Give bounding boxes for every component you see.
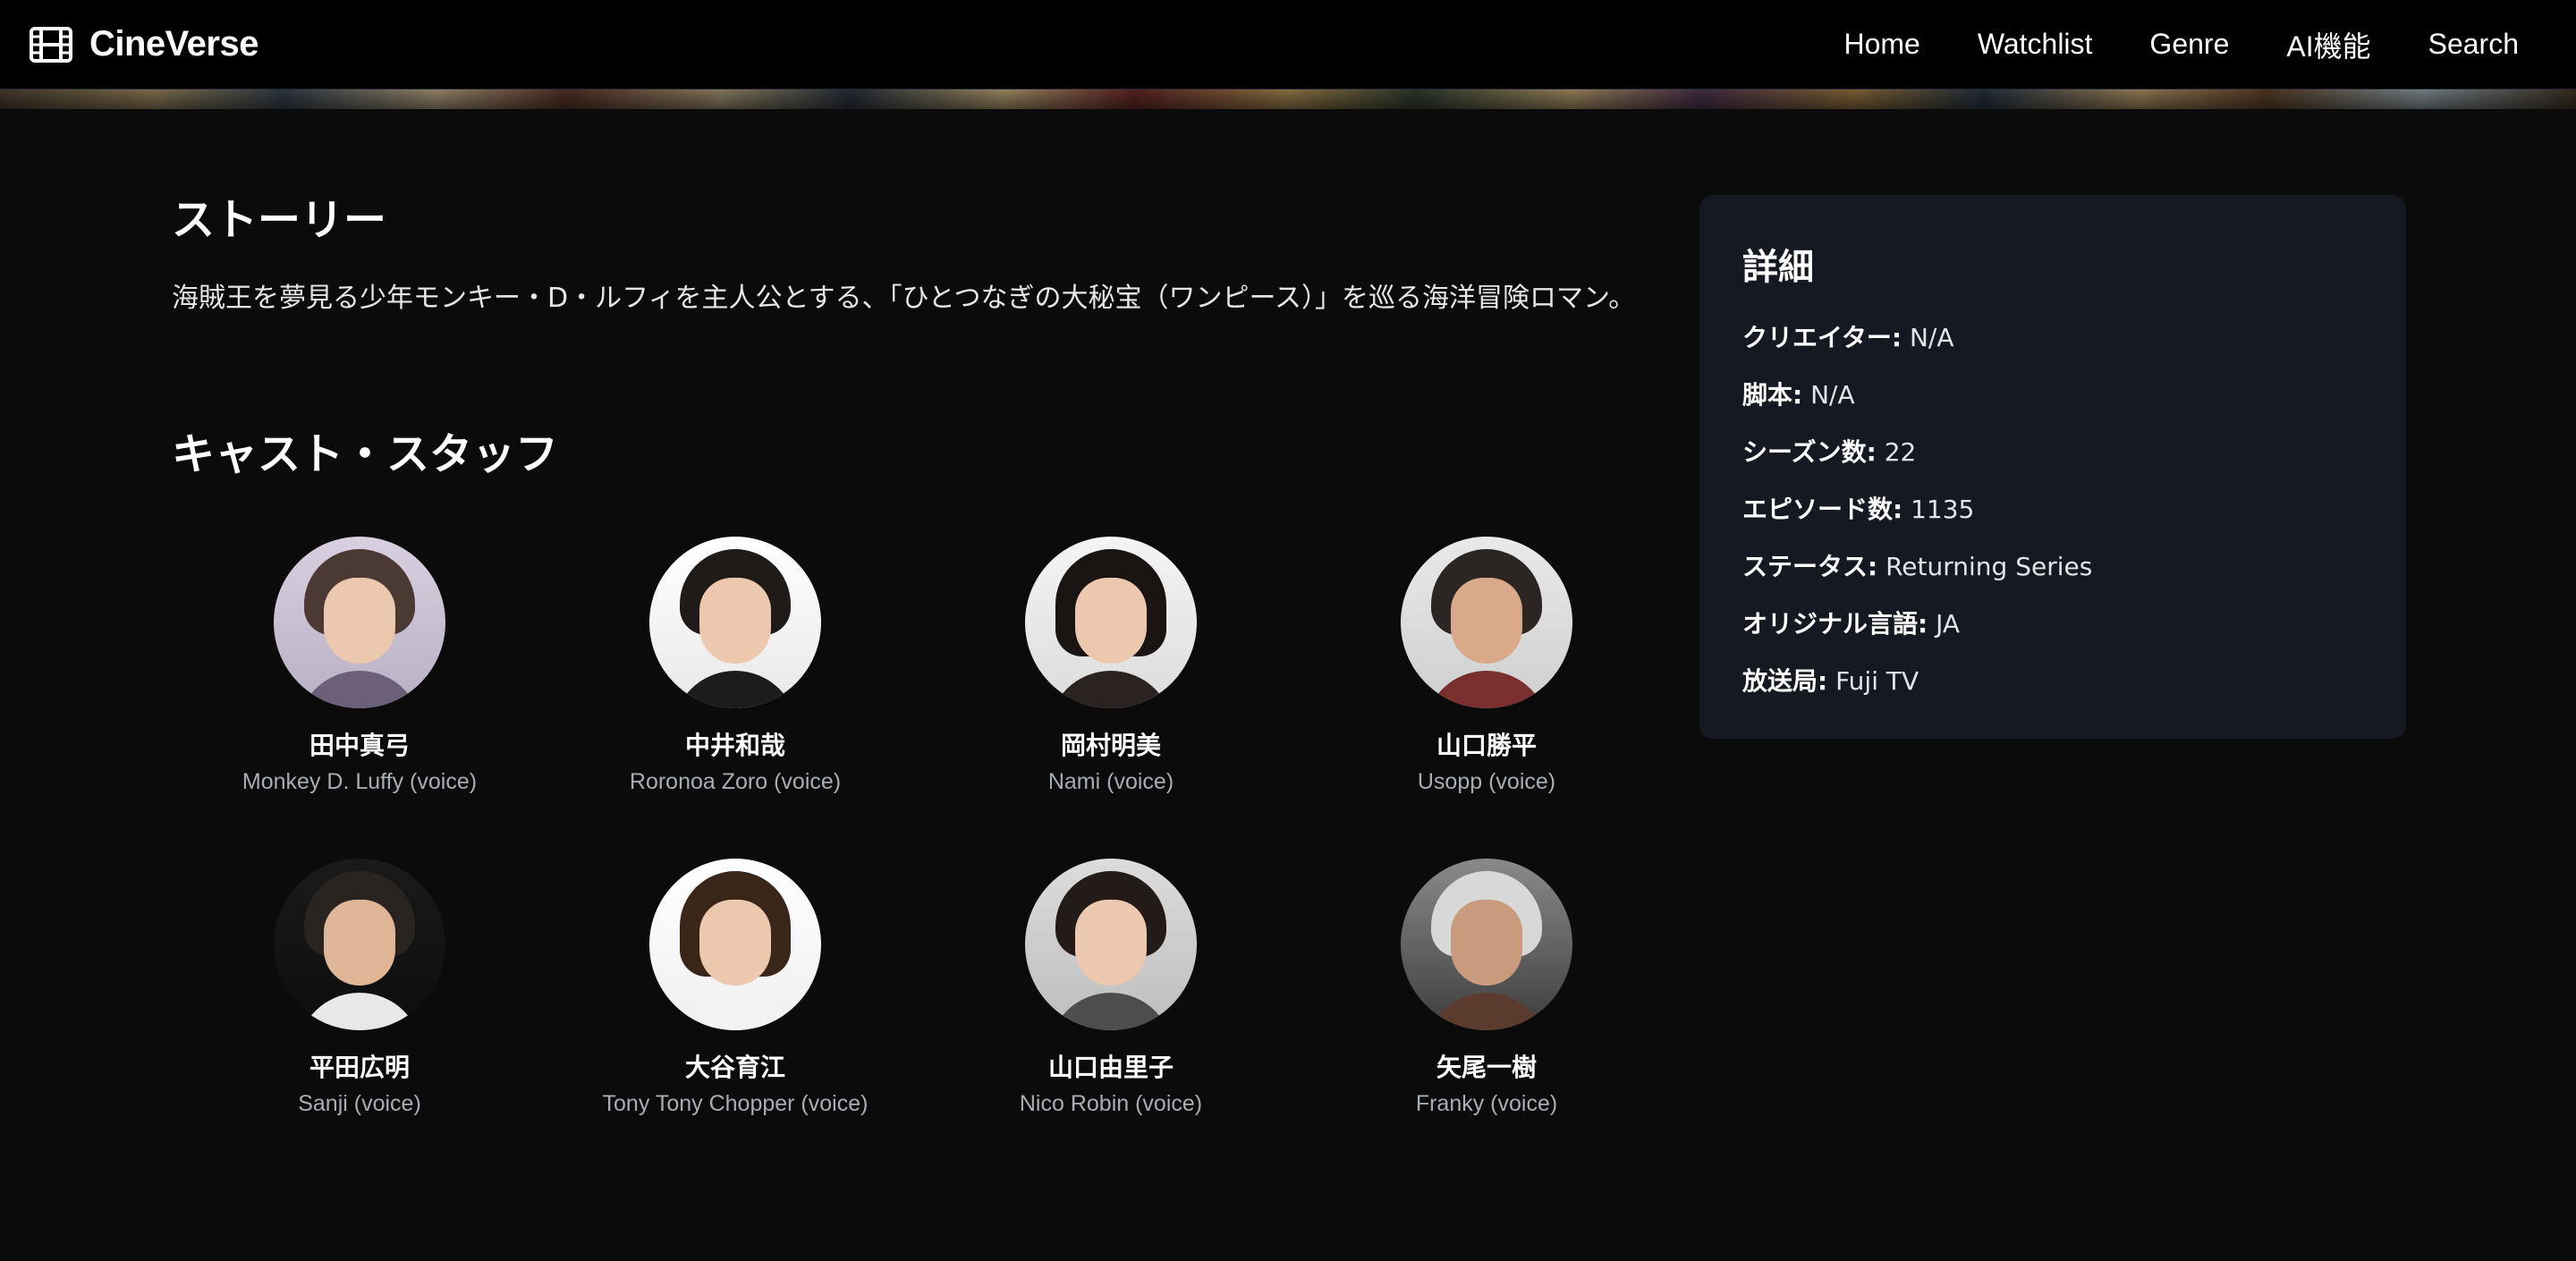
brand-logo-link[interactable]: CineVerse	[29, 24, 258, 64]
detail-creator: クリエイター: N/A	[1742, 320, 2363, 356]
avatar	[1401, 537, 1572, 708]
cast-card[interactable]: 山口由里子 Nico Robin (voice)	[923, 859, 1299, 1181]
avatar	[1025, 859, 1197, 1030]
cast-role: Tony Tony Chopper (voice)	[602, 1091, 869, 1116]
cast-name: 平田広明	[309, 1053, 410, 1082]
detail-original-language: オリジナル言語: JA	[1742, 606, 2363, 642]
detail-value: N/A	[1810, 380, 1855, 410]
detail-value: 22	[1884, 437, 1917, 467]
nav-genre-link[interactable]: Genre	[2149, 28, 2229, 61]
avatar	[1401, 859, 1572, 1030]
avatar	[274, 859, 445, 1030]
details-panel: 詳細 クリエイター: N/A 脚本: N/A シーズン数: 22 エピソード数:…	[1699, 195, 2406, 739]
cast-role: Monkey D. Luffy (voice)	[242, 769, 478, 794]
detail-label: エピソード数:	[1742, 495, 1903, 524]
nav-links: Home Watchlist Genre AI機能 Search	[1843, 24, 2547, 65]
cast-role: Roronoa Zoro (voice)	[629, 769, 842, 794]
cast-role: Nami (voice)	[1047, 769, 1174, 794]
hero-backdrop-image	[0, 89, 2576, 109]
story-heading: ストーリー	[172, 195, 387, 245]
cast-card[interactable]: 平田広明 Sanji (voice)	[172, 859, 547, 1181]
cast-card[interactable]: 山口勝平 Usopp (voice)	[1299, 537, 1674, 859]
cast-name: 山口勝平	[1436, 731, 1537, 760]
nav-search-link[interactable]: Search	[2428, 28, 2519, 61]
cast-name: 矢尾一樹	[1436, 1053, 1537, 1082]
detail-value: Returning Series	[1885, 552, 2093, 581]
cast-grid: 田中真弓 Monkey D. Luffy (voice) 中井和哉 Rorono…	[172, 537, 1674, 1181]
nav-watchlist-link[interactable]: Watchlist	[1978, 28, 2093, 61]
detail-label: 脚本:	[1742, 380, 1803, 410]
film-icon	[30, 26, 72, 63]
cast-role: Nico Robin (voice)	[1019, 1091, 1203, 1116]
avatar	[649, 859, 821, 1030]
cast-heading: キャスト・スタッフ	[172, 429, 559, 479]
cast-role: Sanji (voice)	[298, 1091, 421, 1116]
cast-card[interactable]: 田中真弓 Monkey D. Luffy (voice)	[172, 537, 547, 859]
detail-label: ステータス:	[1742, 552, 1878, 581]
detail-network: 放送局: Fuji TV	[1742, 664, 2363, 699]
detail-label: シーズン数:	[1742, 437, 1877, 467]
detail-value: N/A	[1909, 323, 1954, 352]
cast-card[interactable]: 大谷育江 Tony Tony Chopper (voice)	[547, 859, 923, 1181]
cast-name: 中井和哉	[684, 731, 785, 760]
cast-name: 大谷育江	[684, 1053, 785, 1082]
details-heading: 詳細	[1742, 247, 1814, 288]
cast-name: 山口由里子	[1047, 1053, 1174, 1082]
cast-card[interactable]: 矢尾一樹 Franky (voice)	[1299, 859, 1674, 1181]
nav-home-link[interactable]: Home	[1843, 28, 1919, 61]
cast-card[interactable]: 岡村明美 Nami (voice)	[923, 537, 1299, 859]
nav-ai-features-link[interactable]: AI機能	[2286, 24, 2370, 65]
story-text: 海賊王を夢見る少年モンキー・D・ルフィを主人公とする、「ひとつなぎの大秘宝（ワン…	[172, 283, 1636, 314]
cast-role: Usopp (voice)	[1417, 769, 1556, 794]
detail-value: Fuji TV	[1835, 666, 1919, 696]
detail-label: オリジナル言語:	[1742, 609, 1928, 639]
detail-value: 1135	[1911, 495, 1975, 524]
cast-role: Franky (voice)	[1415, 1091, 1558, 1116]
brand-name: CineVerse	[89, 24, 258, 63]
top-navbar: CineVerse Home Watchlist Genre AI機能 Sear…	[0, 0, 2576, 89]
detail-screenplay: 脚本: N/A	[1742, 377, 2363, 413]
avatar	[1025, 537, 1197, 708]
detail-label: クリエイター:	[1742, 323, 1902, 352]
detail-episodes: エピソード数: 1135	[1742, 492, 2363, 528]
detail-label: 放送局:	[1742, 666, 1828, 696]
cast-name: 田中真弓	[309, 731, 410, 760]
detail-seasons: シーズン数: 22	[1742, 435, 2363, 470]
cast-card[interactable]: 中井和哉 Roronoa Zoro (voice)	[547, 537, 923, 859]
detail-status: ステータス: Returning Series	[1742, 549, 2363, 585]
cast-name: 岡村明美	[1060, 731, 1161, 760]
avatar	[649, 537, 821, 708]
avatar	[274, 537, 445, 708]
detail-value: JA	[1936, 609, 1961, 639]
